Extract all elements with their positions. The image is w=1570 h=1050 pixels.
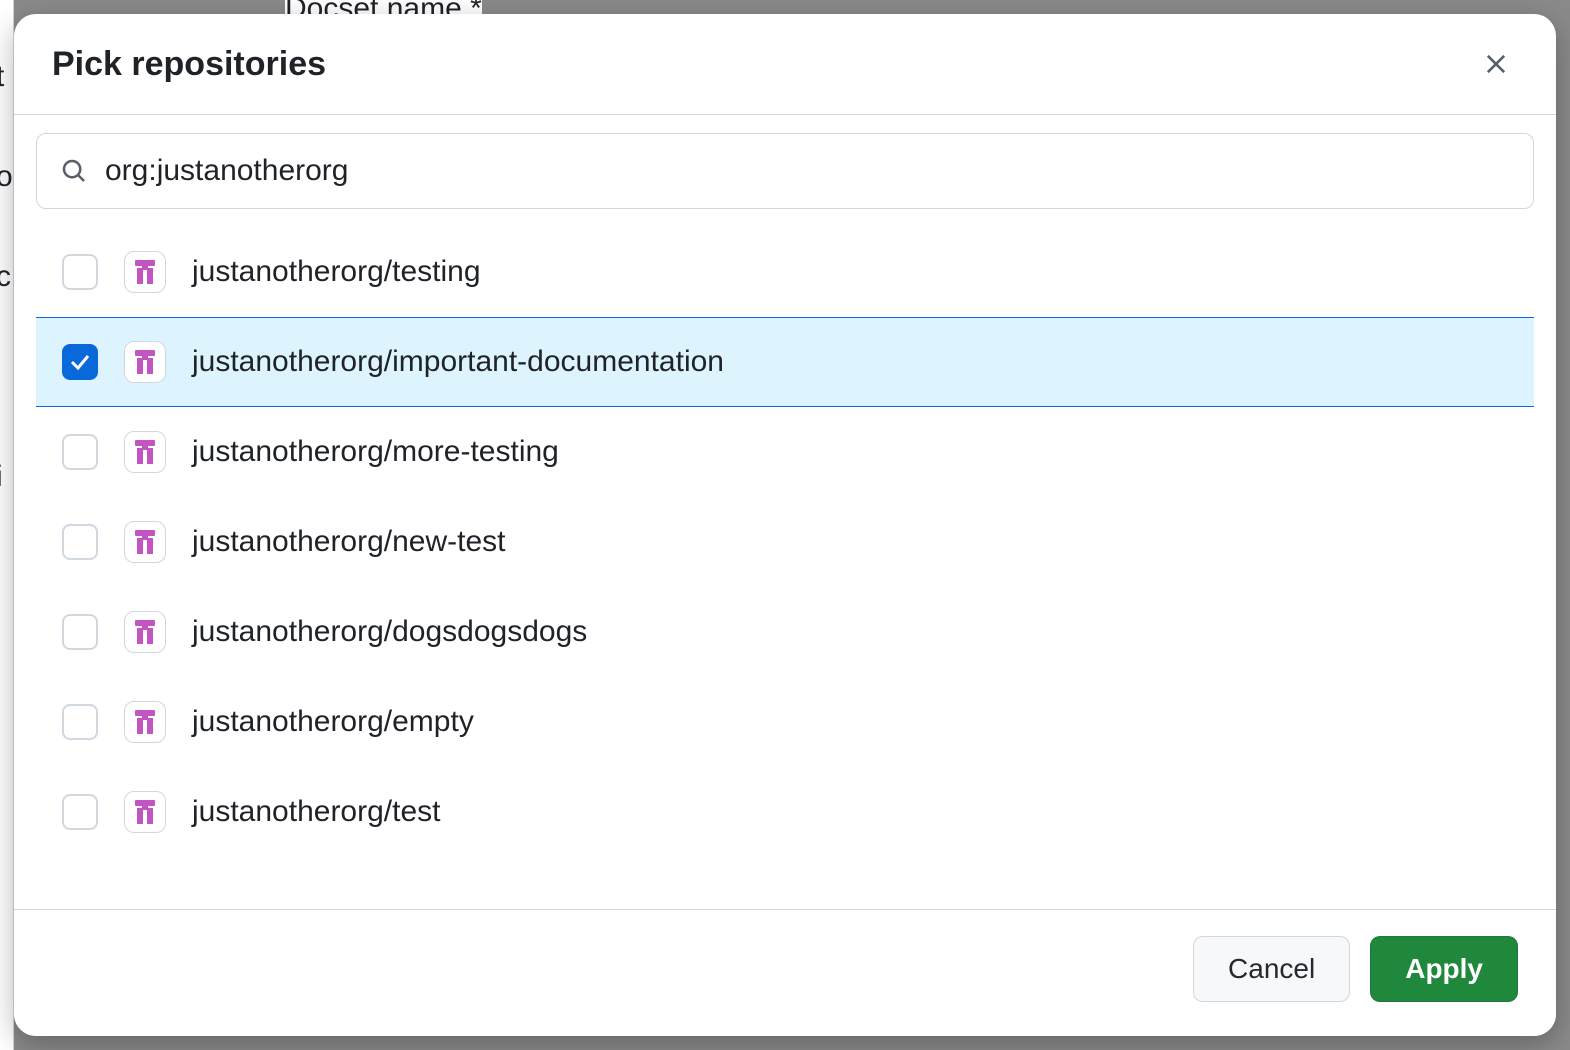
check-icon	[68, 350, 92, 374]
repo-name-label: justanotherorg/important-documentation	[192, 345, 724, 379]
org-icon	[129, 616, 161, 648]
repo-name-label: justanotherorg/test	[192, 795, 440, 829]
repo-checkbox[interactable]	[62, 794, 98, 830]
repo-checkbox[interactable]	[62, 254, 98, 290]
close-button[interactable]	[1474, 42, 1518, 86]
org-avatar-icon	[124, 791, 166, 833]
modal-footer: Cancel Apply	[14, 909, 1556, 1036]
org-icon	[129, 526, 161, 558]
org-avatar-icon	[124, 341, 166, 383]
org-icon	[129, 796, 161, 828]
bg-char: t	[0, 60, 4, 94]
org-avatar-icon	[124, 521, 166, 563]
pick-repositories-modal: Pick repositories justanotherorg/testing…	[14, 14, 1556, 1036]
org-avatar-icon	[124, 431, 166, 473]
modal-header: Pick repositories	[14, 14, 1556, 115]
bg-char: i	[0, 460, 3, 494]
repo-list: justanotherorg/testing justanotherorg/imp…	[36, 227, 1534, 909]
modal-body: justanotherorg/testing justanotherorg/imp…	[14, 115, 1556, 909]
search-field[interactable]	[36, 133, 1534, 209]
org-icon	[129, 706, 161, 738]
org-avatar-icon	[124, 701, 166, 743]
repo-row[interactable]: justanotherorg/more-testing	[36, 407, 1534, 497]
repo-row[interactable]: justanotherorg/empty	[36, 677, 1534, 767]
repo-name-label: justanotherorg/empty	[192, 705, 474, 739]
org-icon	[129, 256, 161, 288]
repo-checkbox[interactable]	[62, 344, 98, 380]
repo-name-label: justanotherorg/more-testing	[192, 435, 559, 469]
repo-row[interactable]: justanotherorg/testing	[36, 227, 1534, 317]
repo-row[interactable]: justanotherorg/important-documentation	[36, 317, 1534, 407]
org-icon	[129, 346, 161, 378]
repo-checkbox[interactable]	[62, 434, 98, 470]
cancel-button[interactable]: Cancel	[1193, 936, 1350, 1002]
repo-checkbox[interactable]	[62, 704, 98, 740]
repo-row[interactable]: justanotherorg/dogsdogsdogs	[36, 587, 1534, 677]
bg-char: c	[0, 260, 11, 294]
repo-checkbox[interactable]	[62, 524, 98, 560]
repo-name-label: justanotherorg/testing	[192, 255, 481, 289]
repo-name-label: justanotherorg/new-test	[192, 525, 506, 559]
apply-button[interactable]: Apply	[1370, 936, 1518, 1002]
search-input[interactable]	[105, 154, 1511, 188]
bg-char: o	[0, 160, 13, 194]
org-avatar-icon	[124, 611, 166, 653]
org-icon	[129, 436, 161, 468]
modal-title: Pick repositories	[52, 45, 326, 84]
repo-row[interactable]: justanotherorg/test	[36, 767, 1534, 857]
close-icon	[1482, 50, 1510, 78]
repo-name-label: justanotherorg/dogsdogsdogs	[192, 615, 587, 649]
search-icon	[59, 156, 89, 186]
org-avatar-icon	[124, 251, 166, 293]
background-left-strip: t o c i	[0, 0, 14, 1050]
repo-checkbox[interactable]	[62, 614, 98, 650]
repo-row[interactable]: justanotherorg/new-test	[36, 497, 1534, 587]
